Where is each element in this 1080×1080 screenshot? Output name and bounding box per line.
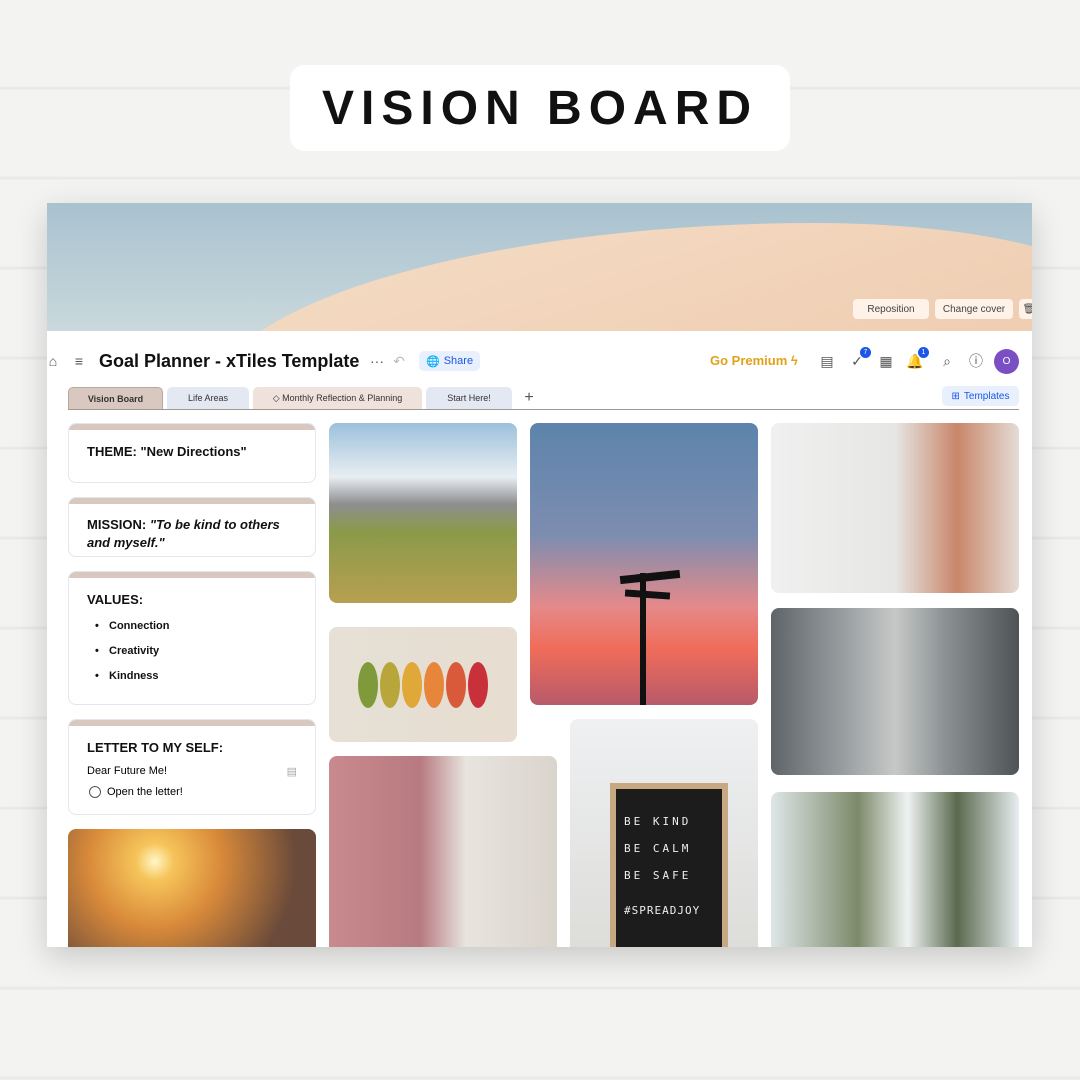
tab-start-here[interactable]: Start Here!: [426, 387, 512, 409]
undo-icon[interactable]: ↶: [391, 353, 407, 369]
delete-cover-icon[interactable]: 🗑: [1019, 299, 1032, 319]
bell-icon[interactable]: 🔔 1: [906, 347, 929, 369]
tab-life-areas[interactable]: Life Areas: [167, 387, 249, 409]
cover-image: Reposition Change cover 🗑: [47, 203, 1032, 331]
notifications-badge: 1: [918, 347, 929, 358]
search-icon[interactable]: ⌕: [939, 353, 955, 369]
home-icon[interactable]: ⌂: [47, 353, 59, 369]
girls-walking-photo[interactable]: [771, 423, 1019, 593]
mission-text: MISSION: "To be kind to others and mysel…: [87, 517, 280, 550]
letter-title: LETTER TO MY SELF:: [87, 740, 224, 755]
letterboard-line: BE KIND: [624, 815, 692, 828]
notes-icon[interactable]: ▤: [819, 353, 835, 369]
letterboard-line: #SPREADJOY: [624, 904, 701, 917]
theme-text: THEME: "New Directions": [87, 444, 247, 459]
diamond-icon: ◇: [272, 392, 283, 403]
go-premium-label: Go Premium: [710, 353, 788, 368]
tab-vision-board[interactable]: Vision Board: [68, 387, 163, 409]
more-icon[interactable]: ···: [367, 353, 387, 369]
reposition-button[interactable]: Reposition: [853, 299, 929, 319]
value-item: Connection: [69, 613, 315, 638]
letter-line: Dear Future Me!: [87, 765, 168, 777]
document-title[interactable]: Goal Planner - xTiles Template: [99, 351, 359, 372]
todo-checkbox[interactable]: [89, 786, 101, 798]
tasks-badge: 7: [860, 347, 871, 358]
change-cover-button[interactable]: Change cover: [935, 299, 1013, 319]
waterfall-photo[interactable]: [771, 792, 1019, 947]
mission-card[interactable]: MISSION: "To be kind to others and mysel…: [68, 497, 316, 557]
todo-label: Open the letter!: [107, 786, 183, 798]
grid-icon: ⊞: [951, 390, 960, 402]
art-studio-photo[interactable]: [329, 756, 557, 947]
reaching-hands-photo[interactable]: [771, 608, 1019, 775]
menu-icon[interactable]: ≡: [71, 353, 87, 369]
mountains-photo[interactable]: [329, 423, 517, 603]
signpost-sunset-photo[interactable]: [530, 423, 758, 705]
beach-sunset-photo[interactable]: [68, 829, 316, 947]
calendar-icon[interactable]: ▦: [878, 353, 894, 369]
theme-card[interactable]: THEME: "New Directions": [68, 423, 316, 483]
share-label: Share: [443, 355, 474, 367]
values-card[interactable]: VALUES: ConnectionCreativityKindness: [68, 571, 316, 705]
templates-label: Templates: [963, 390, 1010, 402]
add-tab-icon[interactable]: +: [521, 389, 537, 407]
app-window: Reposition Change cover 🗑 ⌂ ≡ Goal Plann…: [47, 203, 1032, 947]
globe-icon: 🌐: [426, 355, 440, 368]
letter-card[interactable]: LETTER TO MY SELF: Dear Future Me! ▤ Open…: [68, 719, 316, 815]
note-icon[interactable]: ▤: [287, 765, 297, 778]
avatar[interactable]: O: [994, 349, 1019, 374]
values-title: VALUES:: [87, 592, 144, 607]
go-premium-button[interactable]: Go Premium ϟ: [710, 353, 798, 368]
autumn-leaves-photo[interactable]: [329, 627, 517, 742]
letterboard-photo[interactable]: BE KIND BE CALM BE SAFE #SPREADJOY: [570, 719, 758, 947]
share-button[interactable]: 🌐 Share: [419, 351, 481, 371]
tab-divider: [68, 409, 1019, 410]
value-item: Kindness: [69, 663, 315, 688]
tasks-icon[interactable]: ✓ 7: [849, 347, 871, 369]
lightning-icon: ϟ: [790, 353, 798, 368]
tab-monthly-reflection[interactable]: ◇ Monthly Reflection & Planning: [253, 387, 422, 409]
page-title: VISION BOARD: [290, 65, 790, 151]
templates-button[interactable]: ⊞ Templates: [942, 386, 1019, 406]
value-item: Creativity: [69, 638, 315, 663]
letterboard-line: BE SAFE: [624, 869, 692, 882]
tab-label: Monthly Reflection & Planning: [282, 393, 403, 403]
help-icon[interactable]: ⓘ: [968, 353, 984, 369]
letterboard-line: BE CALM: [624, 842, 692, 855]
